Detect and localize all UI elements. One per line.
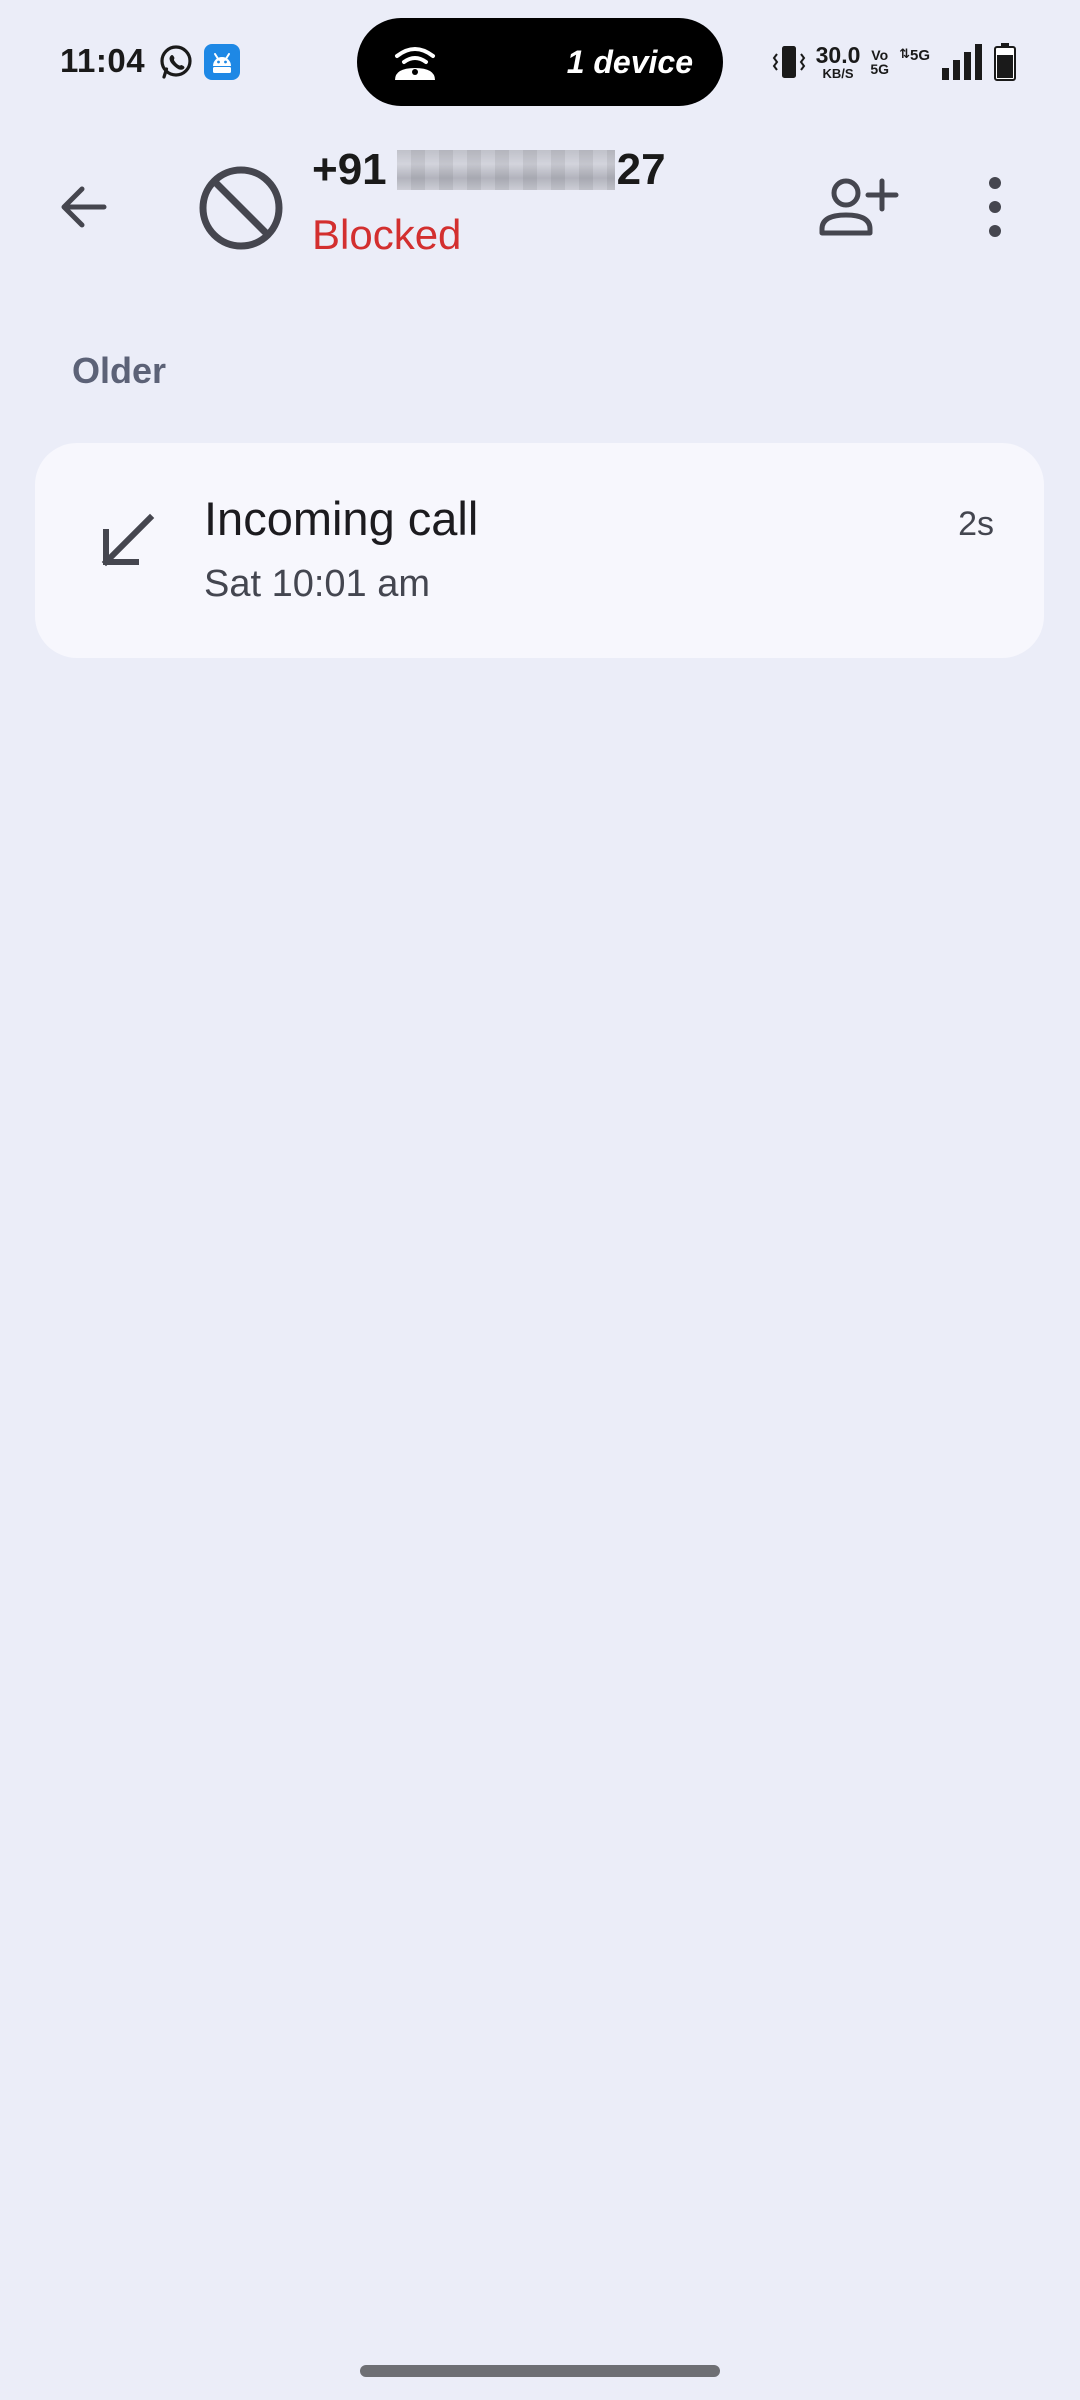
call-time-label: Sat 10:01 am xyxy=(204,563,431,605)
volte-top: Vo xyxy=(871,47,889,63)
redacted-number xyxy=(396,150,615,190)
network-speed: 30.0 KB/S xyxy=(815,42,861,81)
call-history-item[interactable]: Incoming call Sat 10:01 am 2s xyxy=(35,443,1044,658)
number-suffix: 27 xyxy=(616,145,666,194)
data-activity-icon: ⇅ xyxy=(899,45,910,61)
vibrate-icon xyxy=(772,46,805,78)
signal-icon xyxy=(942,44,982,80)
volte-bottom: 5G xyxy=(870,61,890,77)
network-speed-unit: KB/S xyxy=(822,66,854,81)
back-arrow-icon[interactable] xyxy=(44,167,124,247)
app-bar: +91 27 Blocked xyxy=(0,125,1080,275)
network-speed-value: 30.0 xyxy=(815,42,861,68)
blocked-status-label: Blocked xyxy=(312,211,462,258)
whatsapp-icon xyxy=(160,45,192,79)
blocked-icon xyxy=(199,166,283,250)
hotspot-icon xyxy=(395,47,435,80)
call-duration-label: 2s xyxy=(958,505,994,543)
network-type: ⇅ 5G xyxy=(899,47,930,64)
call-type-label: Incoming call xyxy=(204,492,479,545)
home-indicator[interactable] xyxy=(360,2365,720,2377)
number-prefix: +91 xyxy=(312,145,387,194)
hotspot-label: 1 device xyxy=(566,44,693,80)
battery-icon xyxy=(994,43,1016,81)
network-type-label: 5G xyxy=(909,46,930,64)
android-icon xyxy=(204,44,240,80)
volte-indicator: Vo 5G xyxy=(870,48,889,76)
hotspot-status-pill[interactable]: 1 device xyxy=(357,18,723,106)
contact-number: +91 27 xyxy=(312,145,666,195)
incoming-call-arrow-icon xyxy=(101,513,155,567)
section-header-older: Older xyxy=(72,350,167,391)
status-time: 11:04 xyxy=(60,42,146,79)
status-right-icons: 30.0 KB/S Vo 5G ⇅ 5G xyxy=(772,40,1016,84)
add-contact-icon[interactable] xyxy=(816,171,900,245)
more-vert-icon[interactable] xyxy=(970,167,1020,247)
status-bar: 11:04 1 device 30.0 KB/S Vo 5G ⇅ 5G xyxy=(0,0,1080,125)
